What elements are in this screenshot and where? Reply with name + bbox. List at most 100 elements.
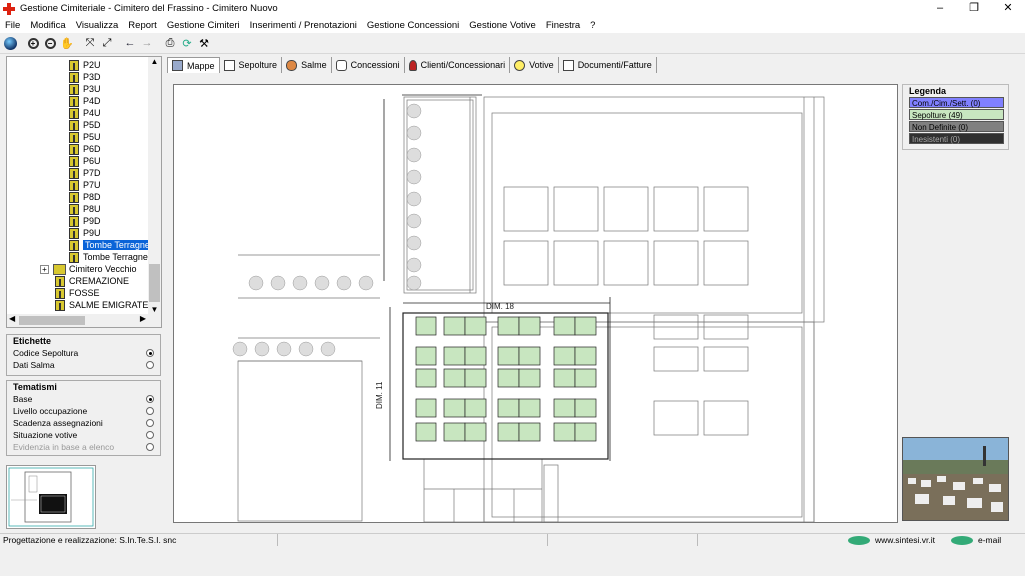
burial-plot[interactable] (415, 316, 437, 336)
burial-plot[interactable] (443, 422, 466, 442)
tree-node[interactable]: P3U (69, 83, 101, 95)
menu-report[interactable]: Report (123, 20, 162, 31)
tools-icon[interactable]: ⚒ (196, 35, 212, 51)
burial-plot[interactable] (443, 316, 466, 336)
burial-plot[interactable] (574, 368, 597, 388)
forward-arrow-icon[interactable]: → (139, 35, 155, 51)
burial-plot[interactable] (553, 316, 576, 336)
radio-button[interactable] (146, 407, 154, 415)
tree-node[interactable]: P7U (69, 179, 101, 191)
tab-sepolture[interactable]: Sepolture (220, 57, 283, 73)
burial-plot[interactable] (497, 316, 520, 336)
burial-plot[interactable] (553, 422, 576, 442)
burial-plot[interactable] (553, 398, 576, 418)
option-dati-salma[interactable]: Dati Salma (7, 359, 160, 371)
tree-node-fosse[interactable]: FOSSE (55, 287, 100, 299)
tree-node-cremazione[interactable]: CREMAZIONE (55, 275, 129, 287)
menu-gestione-cimiteri[interactable]: Gestione Cimiteri (162, 20, 245, 31)
fit-window-icon[interactable]: ⤢ (99, 35, 115, 51)
minimize-button[interactable]: – (923, 0, 957, 17)
burial-plot[interactable] (518, 316, 541, 336)
refresh-icon[interactable]: ⟳ (179, 35, 195, 51)
tab-clienti[interactable]: Clienti/Concessionari (405, 57, 511, 73)
scroll-thumb[interactable] (19, 316, 85, 325)
burial-plot[interactable] (574, 422, 597, 442)
burial-plot[interactable] (574, 346, 597, 366)
tab-salme[interactable]: Salme (282, 57, 332, 73)
tree-vertical-scrollbar[interactable]: ▲ ▼ (148, 57, 161, 314)
tree-node-salme-emigrate[interactable]: SALME EMIGRATE (55, 299, 148, 311)
burial-plot[interactable] (464, 368, 487, 388)
tree-node[interactable]: P6D (69, 143, 101, 155)
tree-horizontal-scrollbar[interactable]: ◀ ▶ (7, 314, 161, 327)
tree-node[interactable]: P9D (69, 215, 101, 227)
burial-plot[interactable] (518, 346, 541, 366)
tree-node[interactable]: P7D (69, 167, 101, 179)
menu-gestione-votive[interactable]: Gestione Votive (464, 20, 541, 31)
menu-finestra[interactable]: Finestra (541, 20, 585, 31)
tab-mappe[interactable]: Mappe (167, 57, 220, 73)
burial-plot[interactable] (464, 398, 487, 418)
burial-plot[interactable] (464, 316, 487, 336)
option-base[interactable]: Base (7, 393, 160, 405)
option-codice-sepoltura[interactable]: Codice Sepoltura (7, 347, 160, 359)
menu-visualizza[interactable]: Visualizza (71, 20, 124, 31)
tree-node[interactable]: P4D (69, 95, 101, 107)
pan-hand-icon[interactable]: ✋ (59, 35, 75, 51)
scroll-left-icon[interactable]: ◀ (9, 314, 15, 323)
scroll-down-icon[interactable]: ▼ (148, 305, 161, 314)
radio-button[interactable] (146, 395, 154, 403)
menu-file[interactable]: File (0, 20, 25, 31)
burial-plot[interactable] (415, 398, 437, 418)
website-link[interactable]: www.sintesi.vr.it (698, 534, 948, 546)
zoom-out-icon[interactable]: − (42, 35, 58, 51)
burial-plot[interactable] (553, 368, 576, 388)
burial-plot[interactable] (464, 346, 487, 366)
overview-minimap[interactable] (6, 465, 96, 529)
email-link[interactable]: e-mail (948, 534, 1025, 546)
tab-votive[interactable]: Votive (510, 57, 559, 73)
menu-modifica[interactable]: Modifica (25, 20, 70, 31)
tree-node[interactable]: P4U (69, 107, 101, 119)
maximize-button[interactable]: ❐ (957, 0, 991, 17)
tree-node[interactable]: P2U (69, 59, 101, 71)
tree-node[interactable]: P5U (69, 131, 101, 143)
option-livello-occupazione[interactable]: Livello occupazione (7, 405, 160, 417)
close-button[interactable]: ✕ (991, 0, 1025, 17)
radio-button[interactable] (146, 349, 154, 357)
burial-plot[interactable] (464, 422, 487, 442)
scroll-thumb[interactable] (149, 264, 160, 302)
burial-plot[interactable] (518, 398, 541, 418)
tree-node[interactable]: Tombe Terragne C (69, 251, 157, 263)
print-icon[interactable]: ⎙ (162, 35, 178, 51)
tab-documenti[interactable]: Documenti/Fatture (559, 57, 657, 73)
expand-icon[interactable]: + (40, 264, 49, 274)
tree-node[interactable]: P3D (69, 71, 101, 83)
burial-plot[interactable] (443, 368, 466, 388)
back-arrow-icon[interactable]: ← (122, 35, 138, 51)
radio-button[interactable] (146, 431, 154, 439)
burial-plot[interactable] (497, 368, 520, 388)
tree-node[interactable]: P5D (69, 119, 101, 131)
cemetery-tree[interactable]: P2U P3D P3U P4D P4U P5D P5U P6D P6U P7D … (6, 56, 162, 328)
burial-plot[interactable] (443, 346, 466, 366)
burial-plot[interactable] (443, 398, 466, 418)
menu-inserimenti[interactable]: Inserimenti / Prenotazioni (245, 20, 362, 31)
burial-plot[interactable] (518, 422, 541, 442)
tree-node[interactable]: P8U (69, 203, 101, 215)
menu-gestione-concessioni[interactable]: Gestione Concessioni (362, 20, 464, 31)
burial-plot[interactable] (497, 398, 520, 418)
scroll-up-icon[interactable]: ▲ (148, 57, 161, 66)
zoom-in-icon[interactable]: + (25, 35, 41, 51)
scroll-right-icon[interactable]: ▶ (140, 314, 146, 323)
cemetery-map[interactable]: DIM. 18 DIM. 11 (173, 84, 898, 523)
tab-concessioni[interactable]: Concessioni (332, 57, 405, 73)
burial-plot[interactable] (415, 422, 437, 442)
globe-icon[interactable] (2, 35, 18, 51)
burial-plot[interactable] (574, 316, 597, 336)
fit-all-icon[interactable]: ⤧ (82, 35, 98, 51)
option-scadenza-assegnazioni[interactable]: Scadenza assegnazioni (7, 417, 160, 429)
tree-node-cimitero-vecchio[interactable]: + Cimitero Vecchio (40, 263, 137, 275)
burial-plot[interactable] (497, 346, 520, 366)
radio-button[interactable] (146, 419, 154, 427)
